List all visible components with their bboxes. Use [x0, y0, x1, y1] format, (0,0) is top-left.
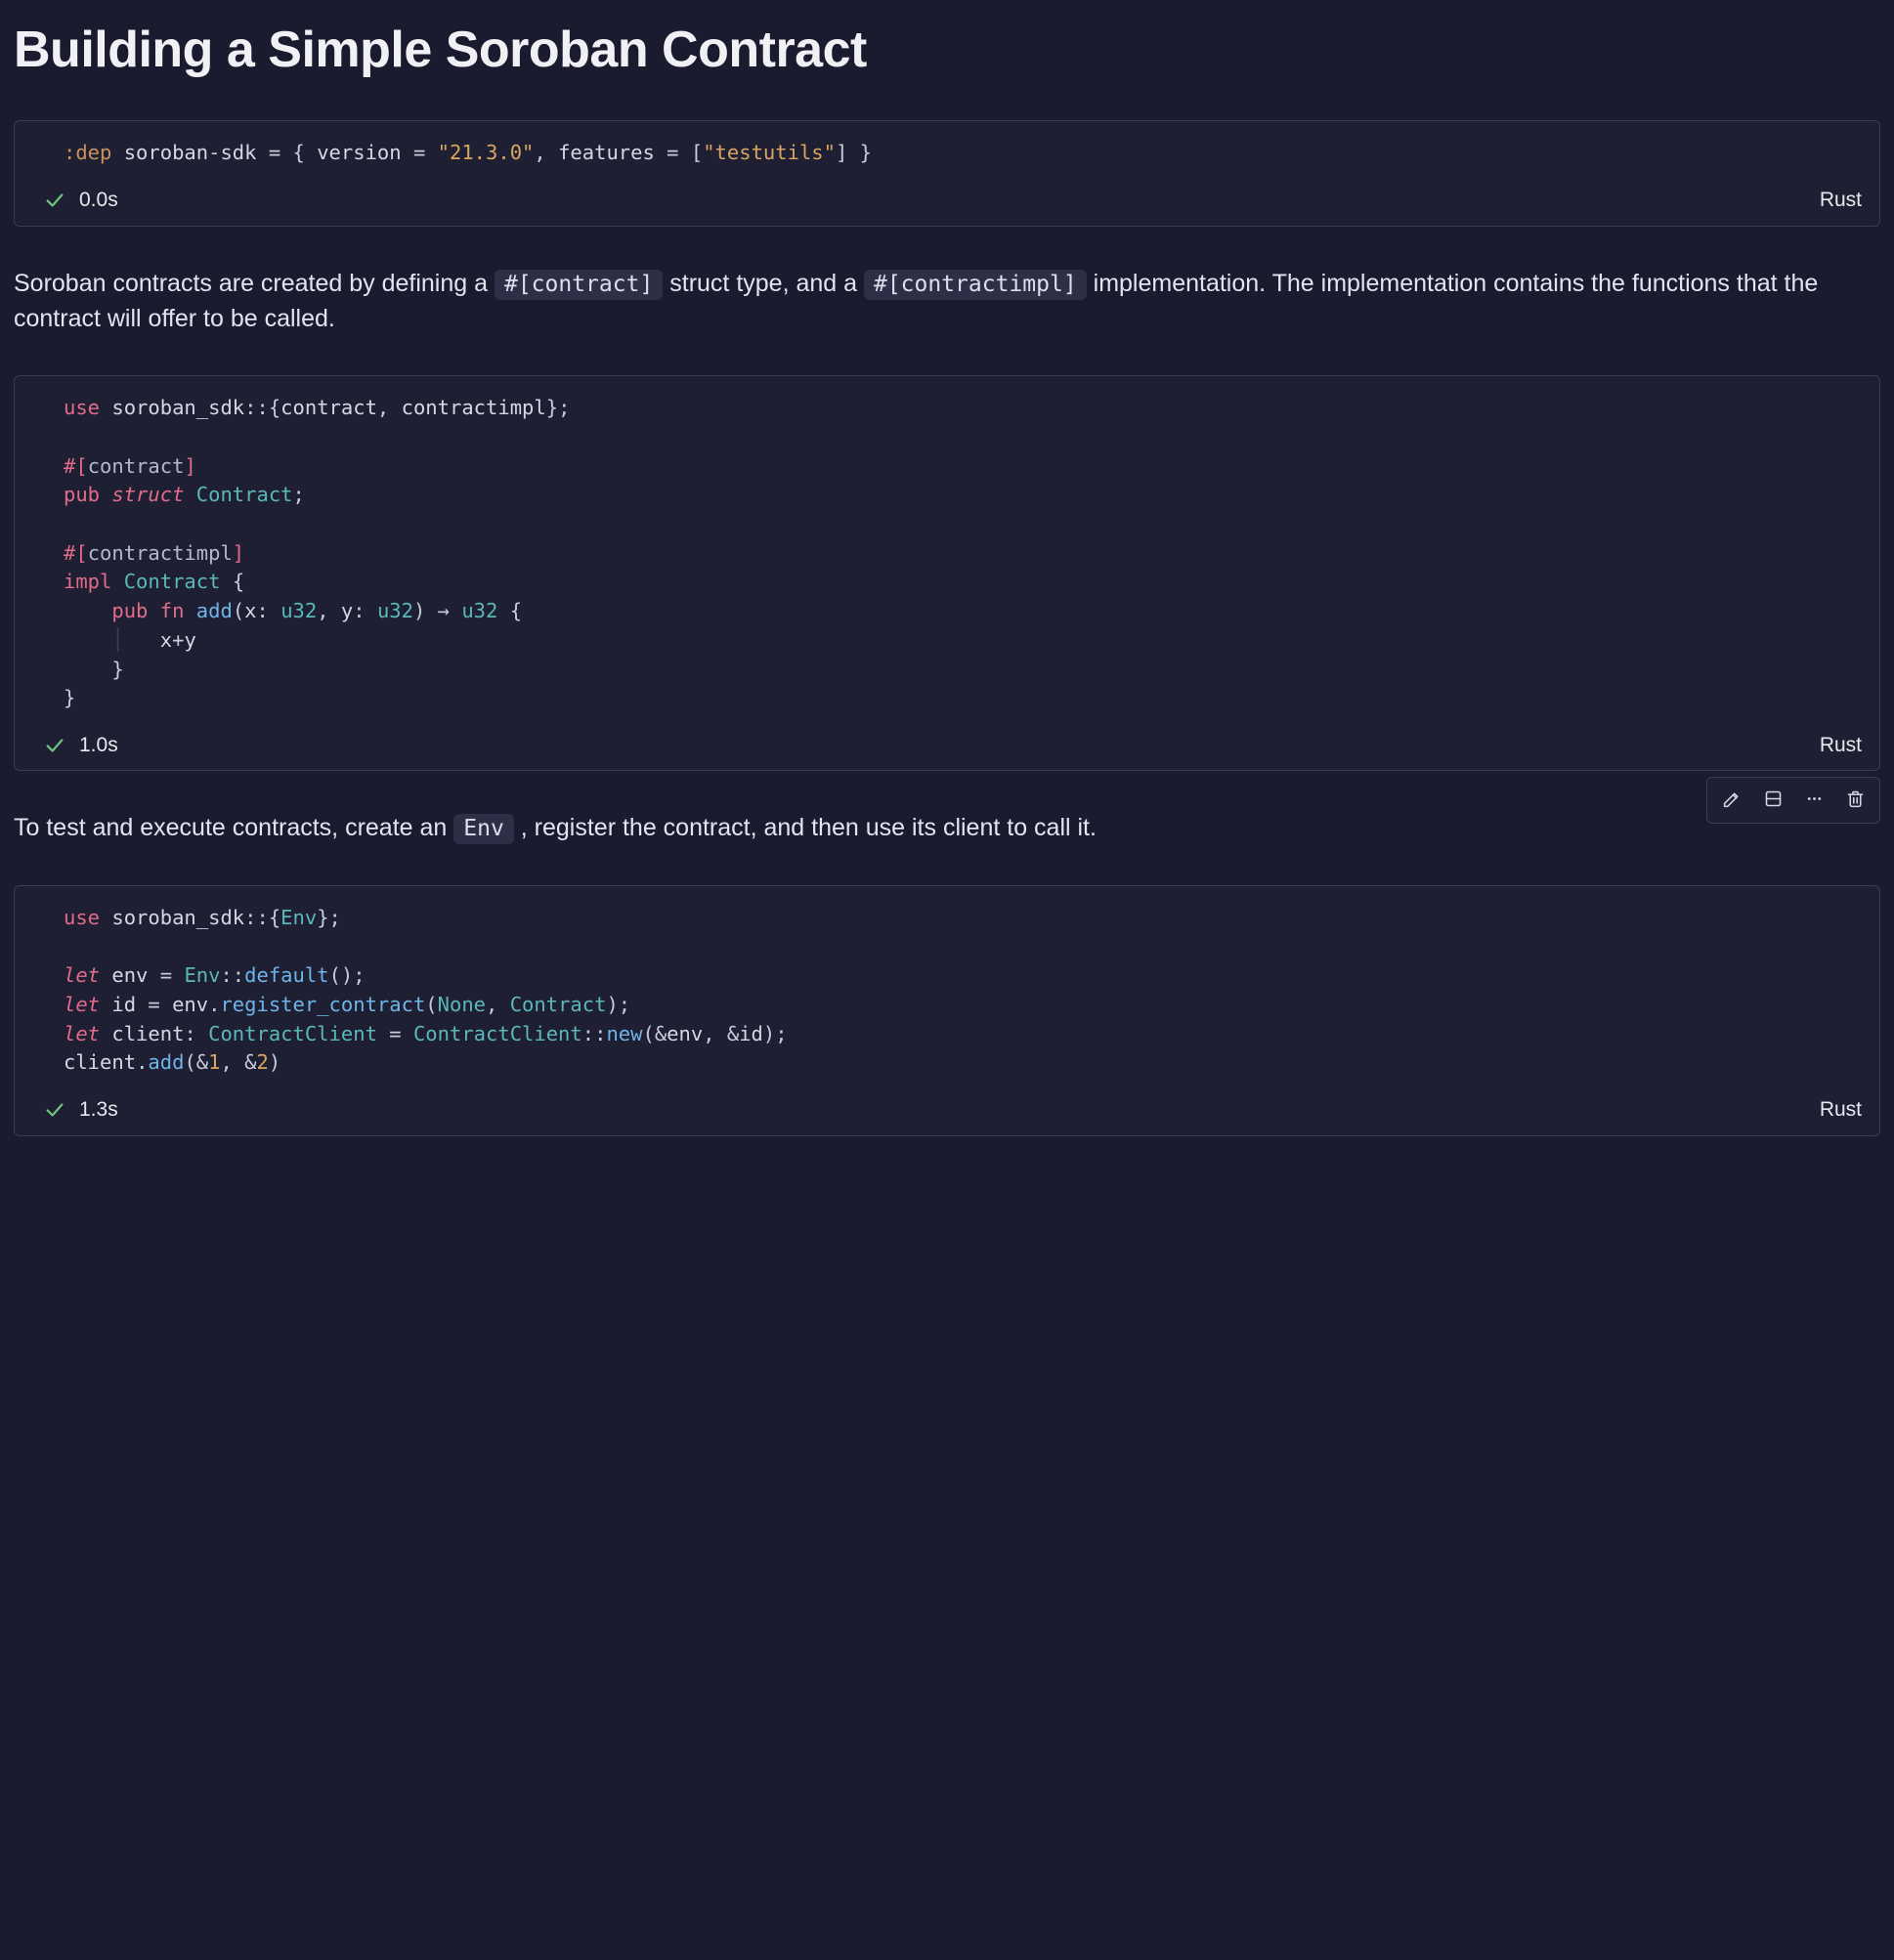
code-cell[interactable]: use soroban_sdk::{contract, contractimpl… [14, 375, 1880, 771]
elapsed-time: 1.3s [79, 1095, 118, 1125]
cell-language: Rust [1820, 1095, 1862, 1125]
cell-footer: 1.3s Rust [15, 1091, 1879, 1134]
cell-language: Rust [1820, 731, 1862, 760]
inline-code: Env [453, 814, 514, 844]
cell-footer: 1.0s Rust [15, 727, 1879, 770]
pencil-icon [1722, 788, 1743, 812]
inline-code: #[contract] [495, 270, 663, 300]
elapsed-time: 0.0s [79, 186, 118, 215]
prose-paragraph: Soroban contracts are created by definin… [14, 266, 1880, 337]
delete-button[interactable] [1834, 782, 1875, 819]
code-block[interactable]: use soroban_sdk::{Env}; let env = Env::d… [15, 886, 1879, 1091]
cell-footer: 0.0s Rust [15, 182, 1879, 225]
split-button[interactable] [1752, 782, 1793, 819]
edit-button[interactable] [1711, 782, 1752, 819]
prose-paragraph: To test and execute contracts, create an… [14, 810, 1880, 845]
check-icon [44, 190, 65, 211]
code-block[interactable]: use soroban_sdk::{contract, contractimpl… [15, 376, 1879, 727]
cell-language: Rust [1820, 186, 1862, 215]
prose-text: Soroban contracts are created by definin… [14, 270, 495, 297]
elapsed-time: 1.0s [79, 731, 118, 760]
check-icon [44, 1099, 65, 1121]
check-icon [44, 735, 65, 756]
more-button[interactable] [1793, 782, 1834, 819]
code-cell[interactable]: use soroban_sdk::{Env}; let env = Env::d… [14, 885, 1880, 1136]
prose-text: , register the contract, and then use it… [521, 814, 1097, 841]
prose-text: struct type, and a [669, 270, 864, 297]
prose-text: To test and execute contracts, create an [14, 814, 453, 841]
inline-code: #[contractimpl] [864, 270, 1087, 300]
split-icon [1763, 788, 1784, 812]
code-block[interactable]: :dep soroban-sdk = { version = "21.3.0",… [15, 121, 1879, 182]
cell-toolbar [1706, 777, 1880, 824]
page-title: Building a Simple Soroban Contract [14, 14, 1880, 87]
trash-icon [1845, 788, 1866, 812]
code-cell[interactable]: :dep soroban-sdk = { version = "21.3.0",… [14, 120, 1880, 226]
more-icon [1804, 788, 1825, 812]
